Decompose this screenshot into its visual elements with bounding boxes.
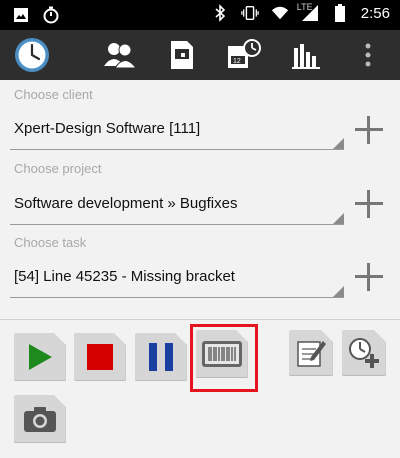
project-spinner[interactable]: Software development » Bugfixes — [10, 195, 344, 225]
status-time: 2:56 — [360, 4, 390, 22]
edit-note-icon — [297, 341, 326, 367]
bluetooth-icon — [211, 4, 229, 22]
overflow-menu-icon[interactable] — [348, 35, 388, 75]
signal-indicator: LTE — [297, 2, 319, 22]
project-icon[interactable] — [162, 35, 202, 75]
network-type-label: LTE — [296, 2, 313, 12]
camera-button[interactable] — [14, 395, 66, 443]
clock-logo-icon[interactable] — [12, 35, 52, 75]
stop-button[interactable] — [74, 333, 126, 381]
client-spinner[interactable]: Xpert-Design Software [111] — [10, 120, 344, 150]
task-value: [54] Line 45235 - Missing bracket — [14, 268, 235, 285]
task-spinner[interactable]: [54] Line 45235 - Missing bracket — [10, 268, 344, 298]
dropdown-arrow-icon — [333, 286, 344, 297]
pause-icon — [149, 343, 173, 371]
add-time-button[interactable] — [342, 330, 386, 376]
add-task-button[interactable] — [355, 263, 383, 291]
add-client-button[interactable] — [355, 116, 383, 144]
clients-icon[interactable] — [100, 35, 140, 75]
highlight-frame — [190, 324, 258, 392]
client-value: Xpert-Design Software [111] — [14, 120, 201, 137]
divider — [0, 319, 400, 320]
project-label: Choose project — [14, 161, 102, 176]
task-label: Choose task — [14, 235, 87, 250]
vibrate-icon — [241, 4, 259, 22]
start-button[interactable] — [14, 333, 66, 381]
client-label: Choose client — [14, 87, 93, 102]
dropdown-arrow-icon — [333, 213, 344, 224]
play-icon — [29, 344, 52, 370]
camera-icon — [24, 407, 56, 432]
add-time-icon — [349, 338, 379, 368]
edit-note-button[interactable] — [289, 330, 333, 376]
status-bar: LTE 2:56 — [0, 0, 400, 30]
project-value: Software development » Bugfixes — [14, 195, 238, 212]
stop-icon — [87, 344, 113, 370]
app-bar: 12 — [0, 30, 400, 80]
battery-icon — [331, 4, 349, 22]
pause-button[interactable] — [135, 333, 187, 381]
add-project-button[interactable] — [355, 190, 383, 218]
wifi-icon — [271, 4, 289, 22]
svg-text:12: 12 — [233, 58, 241, 65]
dropdown-arrow-icon — [333, 138, 344, 149]
calendar-clock-icon[interactable]: 12 — [224, 35, 264, 75]
image-icon — [12, 6, 30, 24]
statistics-icon[interactable] — [286, 35, 326, 75]
timer-icon — [42, 6, 60, 24]
